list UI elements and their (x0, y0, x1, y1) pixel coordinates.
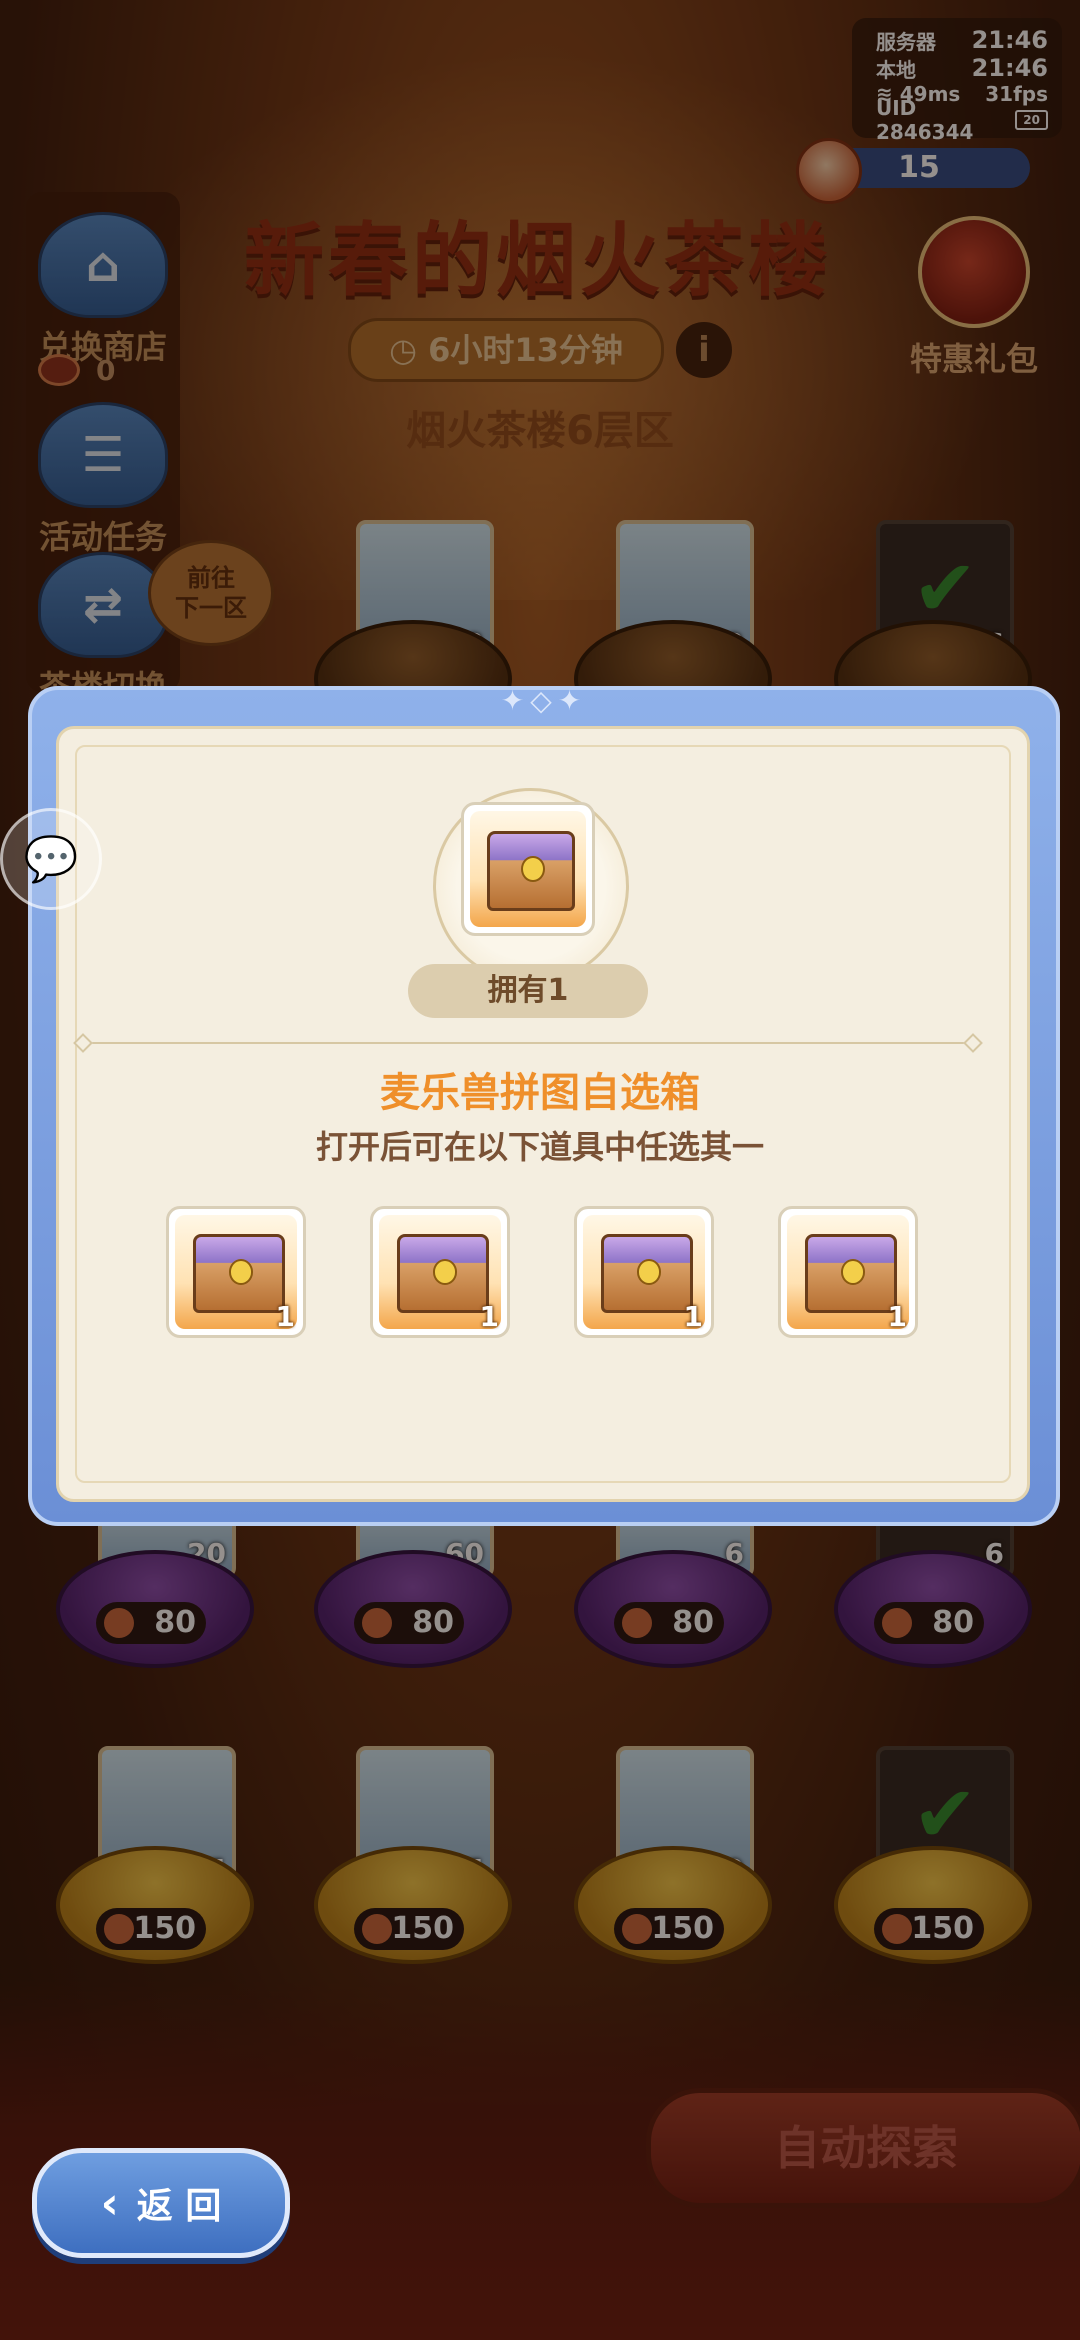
back-arrow-icon: ‹ (100, 2177, 119, 2229)
option-quantity: 1 (275, 1300, 295, 1333)
frame-ornament: ✦◇✦ (500, 684, 588, 717)
option-chest-4[interactable]: 1 (778, 1206, 918, 1338)
item-description: 打开后可在以下道具中任选其一 (315, 1128, 764, 1166)
modal-divider (84, 1042, 972, 1044)
back-label: 返 回 (136, 2186, 222, 2227)
option-chest-1[interactable]: 1 (166, 1206, 306, 1338)
option-chest-2[interactable]: 1 (370, 1206, 510, 1338)
back-button[interactable]: ‹ 返 回 (32, 2148, 290, 2258)
item-chest-icon (461, 802, 595, 936)
option-quantity: 1 (683, 1300, 703, 1333)
option-quantity: 1 (887, 1300, 907, 1333)
item-name: 麦乐兽拼图自选箱 (380, 1070, 700, 1116)
option-chest-3[interactable]: 1 (574, 1206, 714, 1338)
owned-count-badge: 拥有1 (408, 964, 648, 1018)
chat-bubble-button[interactable]: 💬 (0, 808, 102, 910)
chat-icon: 💬 (23, 834, 79, 885)
option-quantity: 1 (479, 1300, 499, 1333)
